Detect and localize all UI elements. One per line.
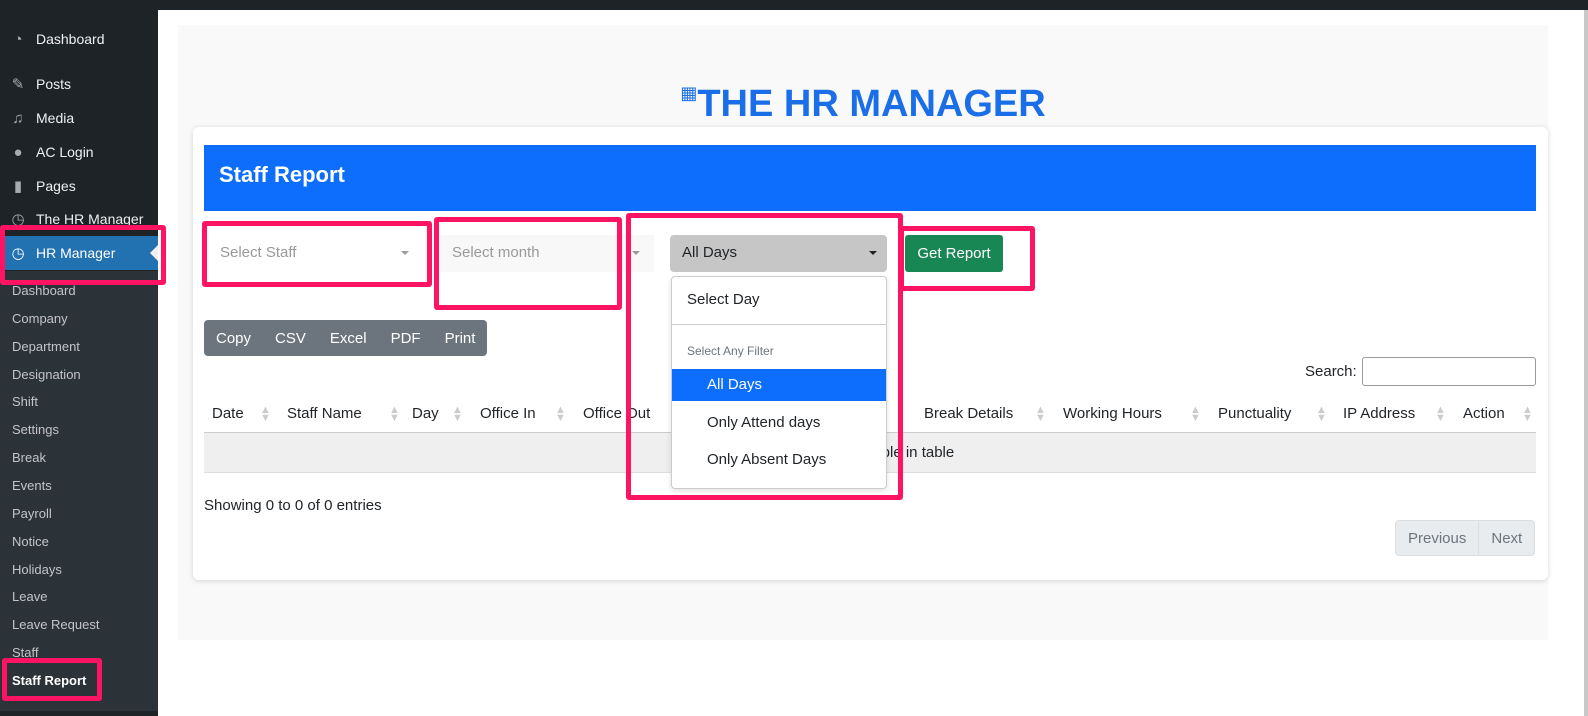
submenu-payroll[interactable]: Payroll	[12, 506, 52, 521]
pages-icon: ▮	[13, 178, 23, 195]
excel-button[interactable]: Excel	[318, 320, 379, 356]
sidebar-item-posts[interactable]: ✎ Posts	[0, 67, 158, 101]
submenu-company[interactable]: Company	[12, 311, 68, 326]
sort-icon[interactable]: ▲ ▼	[555, 405, 566, 424]
submenu-leave[interactable]: Leave	[12, 589, 47, 604]
previous-button[interactable]: Previous	[1396, 521, 1478, 555]
submenu-holidays[interactable]: Holidays	[12, 562, 62, 577]
building-icon: ▦	[680, 83, 698, 103]
col-break-details[interactable]: Break Details	[924, 405, 1013, 422]
copy-button[interactable]: Copy	[204, 320, 263, 356]
highlight-box	[2, 658, 102, 701]
pagination: Previous Next	[1395, 520, 1536, 556]
col-action[interactable]: Action	[1463, 405, 1505, 422]
col-day[interactable]: Day	[412, 405, 439, 422]
card-header: Staff Report	[204, 145, 1536, 211]
highlight-box	[899, 226, 1035, 291]
highlight-box	[0, 225, 166, 285]
palette-icon: ●	[13, 143, 23, 161]
sort-icon[interactable]: ▲ ▼	[1435, 405, 1446, 424]
page-title: ▦THE HR MANAGER	[680, 83, 1046, 125]
submenu-settings[interactable]: Settings	[12, 422, 59, 437]
print-button[interactable]: Print	[433, 320, 488, 356]
sort-icon[interactable]: ▲ ▼	[389, 405, 400, 424]
submenu-dashboard[interactable]: Dashboard	[12, 283, 76, 298]
sort-icon[interactable]: ▲ ▼	[1190, 405, 1201, 424]
search-label: Search:	[1305, 363, 1357, 380]
sidebar-item-pages[interactable]: ▮ Pages	[0, 169, 158, 203]
col-office-in[interactable]: Office In	[480, 405, 536, 422]
media-icon: ♫	[12, 109, 24, 127]
search-input[interactable]	[1362, 357, 1536, 386]
sort-icon[interactable]: ▲ ▼	[1522, 405, 1533, 424]
sort-icon[interactable]: ▲ ▼	[260, 405, 271, 424]
col-date[interactable]: Date	[212, 405, 244, 422]
highlight-box	[202, 221, 432, 287]
submenu-break[interactable]: Break	[12, 450, 46, 465]
sidebar-item-dashboard[interactable]: ◔ Dashboard	[0, 22, 158, 56]
pdf-button[interactable]: PDF	[379, 320, 433, 356]
submenu-leave-request[interactable]: Leave Request	[12, 617, 99, 632]
table-info: Showing 0 to 0 of 0 entries	[204, 497, 382, 514]
submenu-department[interactable]: Department	[12, 339, 80, 354]
csv-button[interactable]: CSV	[263, 320, 318, 356]
pin-icon: ✎	[11, 76, 25, 93]
sort-icon[interactable]: ▲ ▼	[1035, 405, 1046, 424]
submenu-events[interactable]: Events	[12, 478, 52, 493]
export-buttons: Copy CSV Excel PDF Print	[204, 320, 488, 356]
dashboard-icon: ◔	[13, 30, 23, 48]
submenu-shift[interactable]: Shift	[12, 394, 38, 409]
submenu-designation[interactable]: Designation	[12, 367, 81, 382]
scrollbar[interactable]	[1584, 10, 1588, 716]
col-working-hours[interactable]: Working Hours	[1063, 405, 1162, 422]
admin-top-bar	[0, 0, 1588, 10]
next-button[interactable]: Next	[1478, 521, 1534, 555]
sidebar-item-ac-login[interactable]: ● AC Login	[0, 135, 158, 169]
col-staff-name[interactable]: Staff Name	[287, 405, 362, 422]
sort-icon[interactable]: ▲ ▼	[452, 405, 463, 424]
submenu-notice[interactable]: Notice	[12, 534, 49, 549]
sidebar-item-media[interactable]: ♫ Media	[0, 101, 158, 135]
col-punctuality[interactable]: Punctuality	[1218, 405, 1291, 422]
hr-manager-submenu: Dashboard Company Department Designation…	[0, 271, 158, 711]
col-ip-address[interactable]: IP Address	[1343, 405, 1415, 422]
sort-icon[interactable]: ▲ ▼	[1316, 405, 1327, 424]
highlight-box	[626, 213, 903, 500]
highlight-box	[434, 217, 622, 310]
